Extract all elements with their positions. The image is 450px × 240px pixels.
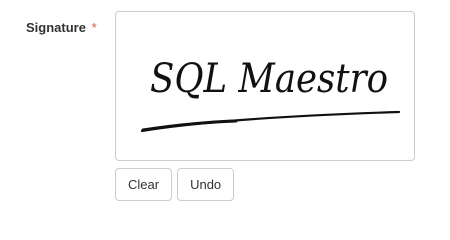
signature-label: Signature * — [26, 20, 97, 36]
signature-drawing: SQL Maestro — [140, 56, 401, 133]
signature-handwriting: SQL Maestro — [150, 56, 388, 102]
required-asterisk: * — [91, 20, 97, 35]
undo-button[interactable]: Undo — [177, 168, 235, 201]
clear-button[interactable]: Clear — [115, 168, 173, 201]
signature-actions: Clear Undo — [115, 168, 235, 201]
signature-pad[interactable]: SQL Maestro — [115, 11, 415, 161]
signature-label-text: Signature — [26, 20, 86, 35]
signature-underline-thick-stroke — [141, 119, 238, 132]
signature-underline-stroke — [140, 110, 401, 133]
